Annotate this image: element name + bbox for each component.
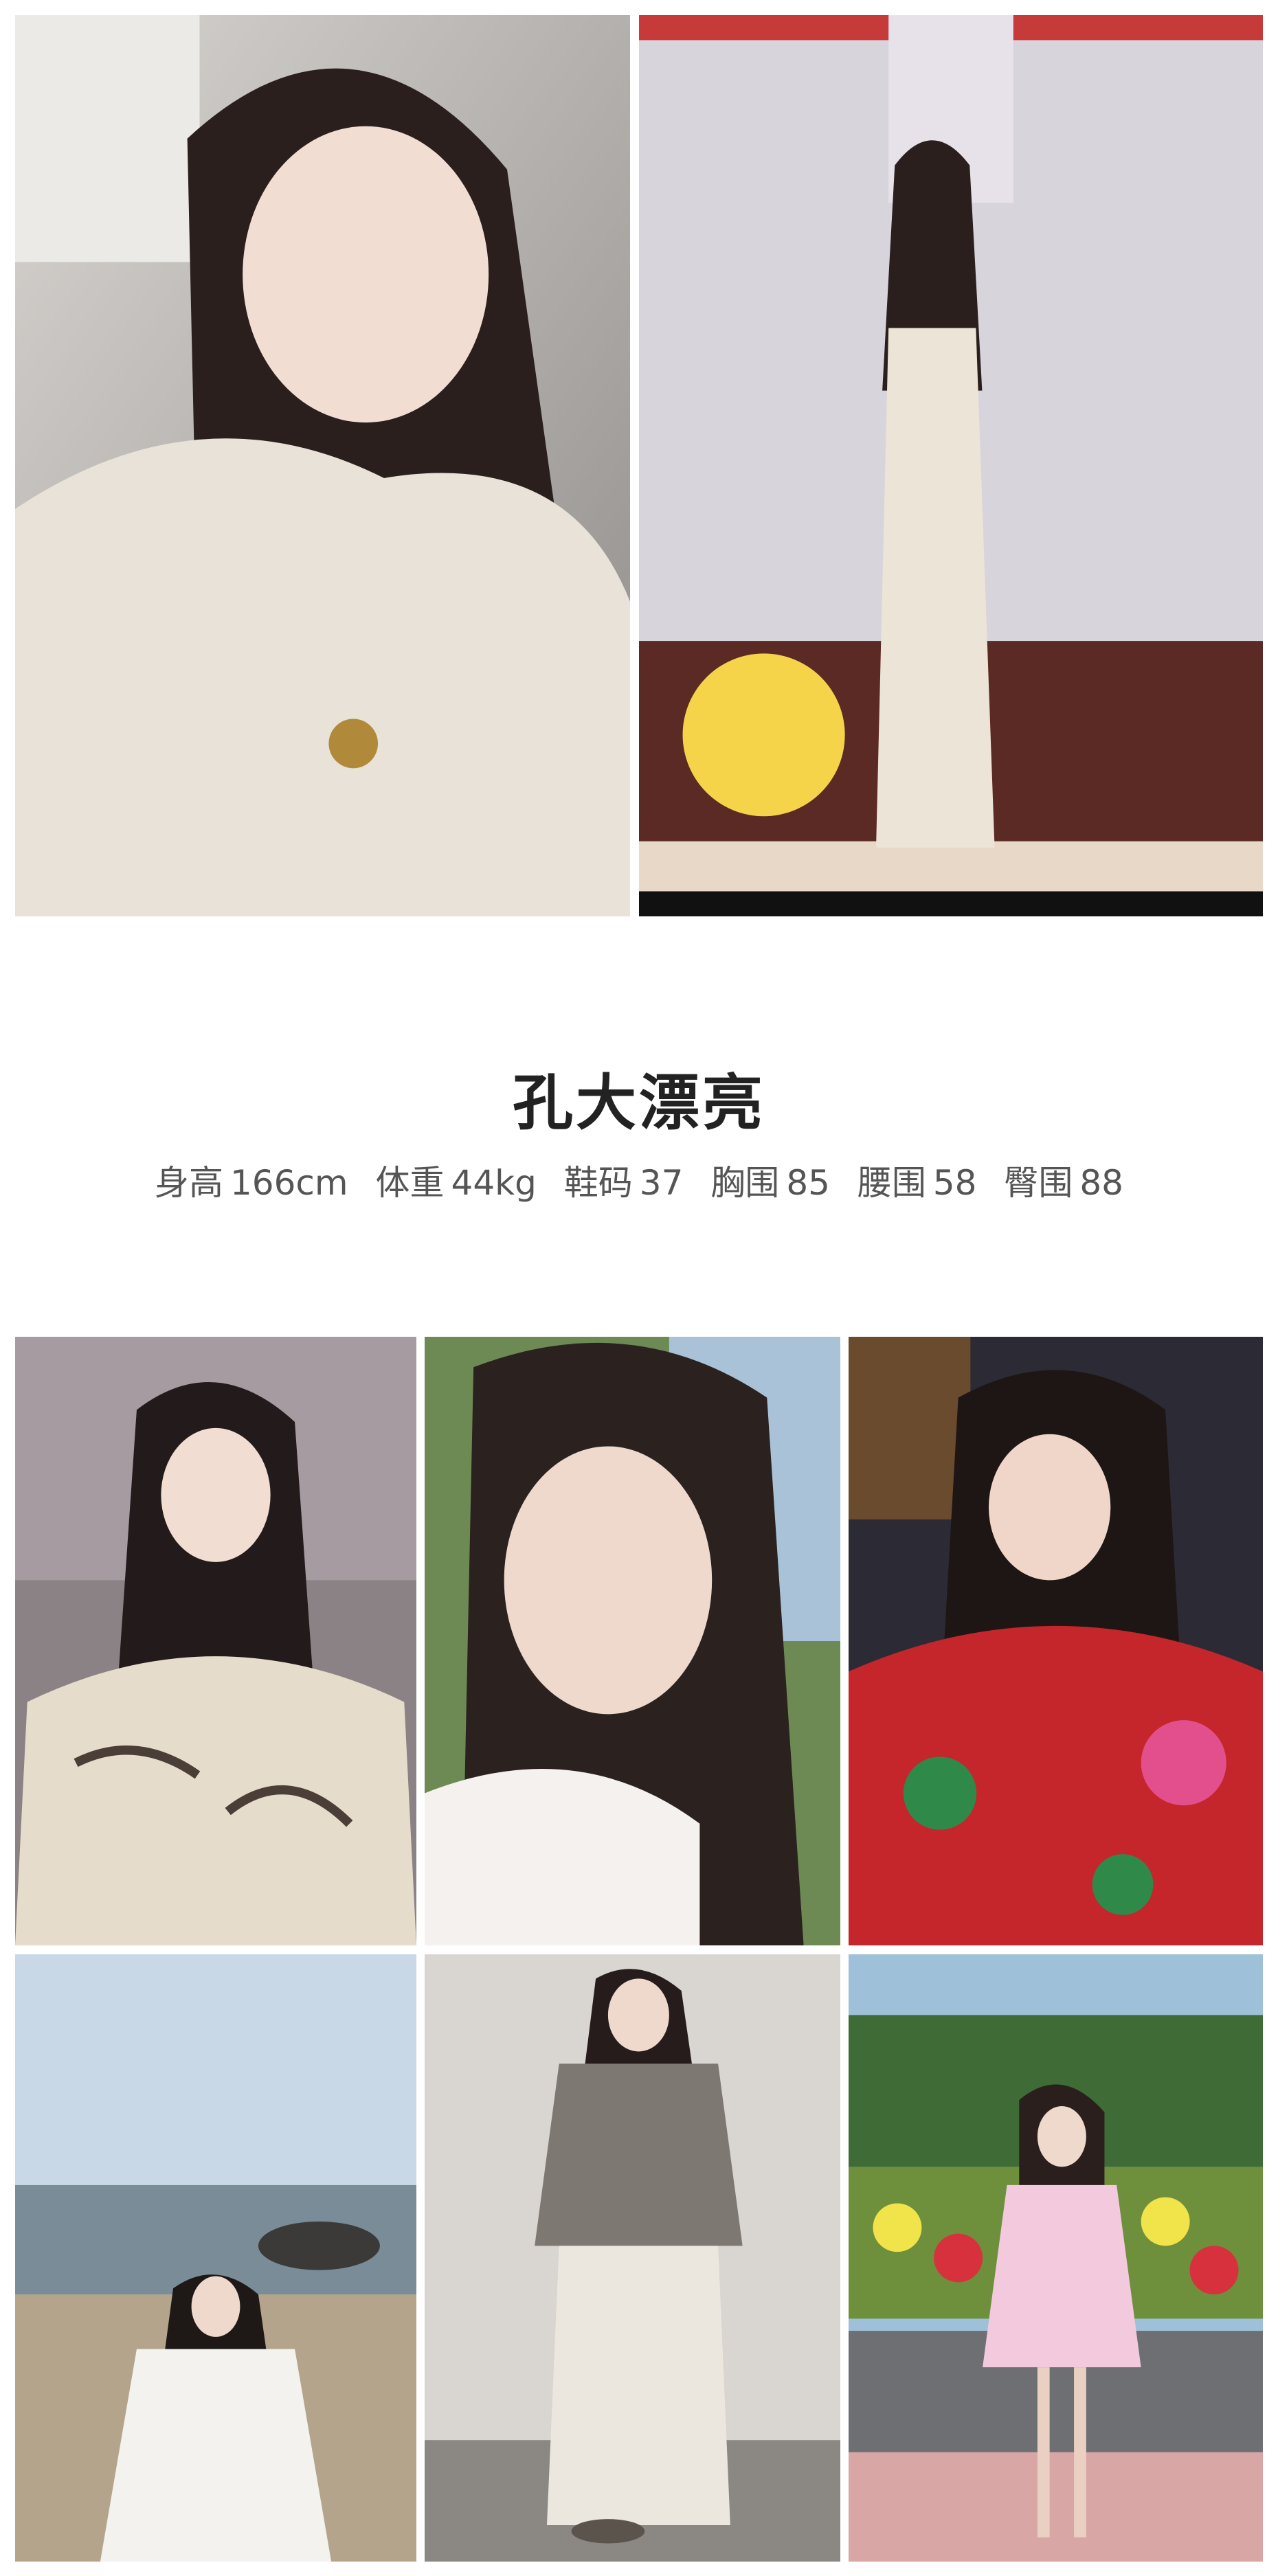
photo-grid-image — [849, 1954, 1263, 2562]
photo-close-up-selfie[interactable] — [425, 1337, 840, 1945]
photo-grid-image — [425, 1954, 840, 2562]
photo-grey-tee-lace-pants[interactable] — [425, 1954, 840, 2562]
stat-bust: 胸围 85 — [710, 1163, 830, 1203]
photo-stage-white-dress[interactable] — [639, 15, 1263, 916]
photo-grid-image — [849, 1337, 1263, 1945]
photo-floral-top-heart-pose[interactable] — [15, 1337, 416, 1945]
photo-red-floral-jacket[interactable] — [849, 1337, 1263, 1945]
stat-height: 身高 166cm — [155, 1163, 348, 1203]
stat-waist: 腰围 58 — [857, 1163, 977, 1203]
stat-weight: 体重 44kg — [375, 1163, 537, 1203]
photo-grid-image — [425, 1337, 840, 1945]
stat-shoe-size: 鞋码 37 — [563, 1163, 684, 1203]
photo-grid-image — [15, 1337, 416, 1945]
photo-rose-garden-dress[interactable] — [849, 1954, 1263, 2562]
profile-name: 孔大漂亮 — [512, 1067, 765, 1138]
photo-beach-white-outfit[interactable] — [15, 1954, 416, 2562]
photo-stage-image — [639, 15, 1263, 916]
photo-selfie-image — [15, 15, 630, 916]
photo-selfie-white-top[interactable] — [15, 15, 630, 916]
photo-grid-image — [15, 1954, 416, 2562]
stat-hips: 臀围 88 — [1004, 1163, 1123, 1203]
profile-stats: 身高 166cm 体重 44kg 鞋码 37 胸围 85 腰围 58 臀围 88 — [0, 1155, 1278, 1205]
